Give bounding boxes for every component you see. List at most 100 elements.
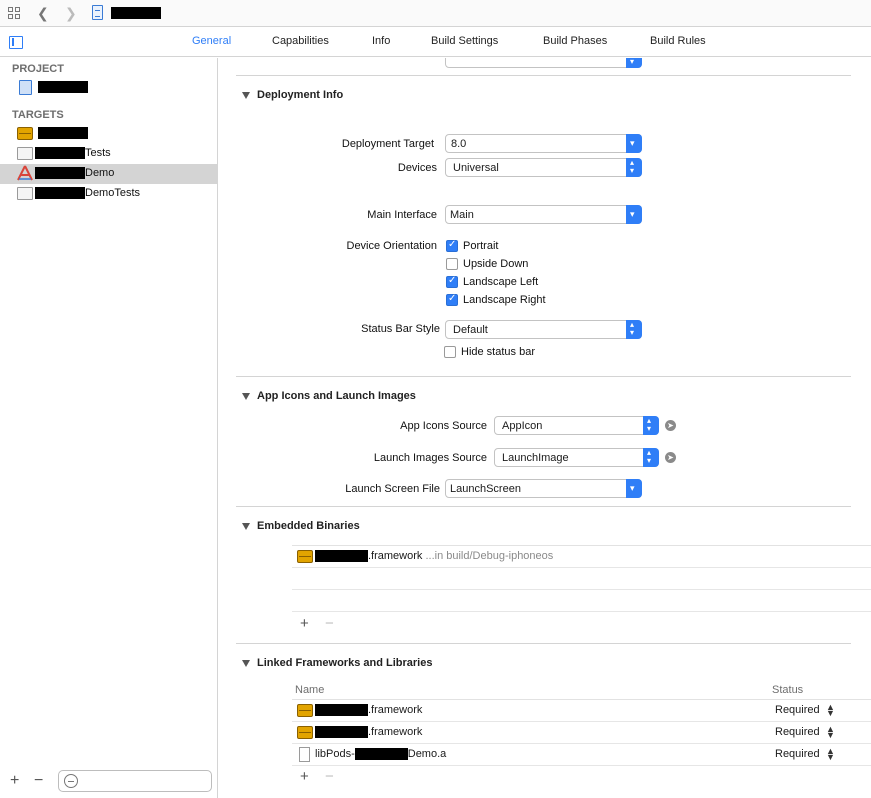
framework-suffix: .framework <box>368 550 423 562</box>
deployment-target-value: 8.0 <box>451 138 467 150</box>
disclosure-triangle-icon[interactable] <box>242 660 250 667</box>
sidebar-footer: + − <box>0 764 217 798</box>
redacted-target-name <box>35 167 85 180</box>
popup-arrows-icon <box>626 158 642 177</box>
deployment-target-label: Deployment Target <box>341 138 434 150</box>
library-name: libPods- Demo.a <box>315 748 446 761</box>
popup-arrows-icon <box>643 448 659 467</box>
deployment-info-title: Deployment Info <box>257 89 344 101</box>
redacted-library-name <box>354 748 408 761</box>
chevron-down-icon[interactable] <box>626 205 642 224</box>
main-interface-combo[interactable]: Main <box>445 205 642 224</box>
status-bar-style-label: Status Bar Style <box>361 323 440 335</box>
linked-frameworks-title: Linked Frameworks and Libraries <box>257 657 433 669</box>
section-divider <box>236 506 851 507</box>
table-row[interactable]: .framework ...in build/Debug-iphoneos <box>292 546 871 568</box>
remove-embedded-button[interactable]: − <box>325 615 334 632</box>
sidebar-item-target-demo[interactable]: Demo <box>0 164 217 184</box>
status-stepper-icon[interactable]: ▲ ▼ <box>826 725 835 740</box>
table-row[interactable]: .framework Required ▲ ▼ <box>292 700 871 722</box>
checkbox-hide-status-bar[interactable] <box>444 346 456 358</box>
popup-arrows-icon <box>643 416 659 435</box>
go-to-arrow-icon[interactable]: ➤ <box>665 420 676 431</box>
grid-icon[interactable] <box>8 7 21 20</box>
project-navigator: PROJECT TARGETS Tests Demo DemoTests + − <box>0 58 218 798</box>
launch-screen-file-value: LaunchScreen <box>450 483 521 495</box>
status-stepper-icon[interactable]: ▲ ▼ <box>826 703 835 718</box>
library-prefix: libPods- <box>315 748 355 760</box>
chevron-down-icon[interactable] <box>626 134 642 153</box>
checkbox-portrait[interactable] <box>446 239 458 252</box>
disclosure-triangle-icon[interactable] <box>242 523 250 530</box>
sidebar-item-target-demotests[interactable]: DemoTests <box>0 184 217 204</box>
device-orientation-label: Device Orientation <box>346 240 438 252</box>
go-to-arrow-icon[interactable]: ➤ <box>665 452 676 463</box>
checkbox-landscape-right[interactable] <box>446 293 458 306</box>
add-linked-button[interactable]: + <box>300 768 309 785</box>
sidebar-item-target[interactable] <box>0 124 217 144</box>
section-divider <box>236 376 851 377</box>
chevron-right-icon[interactable]: ❯ <box>65 5 77 21</box>
checkbox-landscape-left[interactable] <box>446 275 458 288</box>
tab-build-phases[interactable]: Build Phases <box>543 35 607 47</box>
devices-popup[interactable]: Universal <box>445 158 642 177</box>
disclosure-triangle-icon[interactable] <box>242 393 250 400</box>
launch-images-source-popup[interactable]: LaunchImage <box>494 448 659 467</box>
project-heading: PROJECT <box>12 63 64 75</box>
checkbox-upside-down[interactable] <box>446 258 458 270</box>
app-icons-source-popup[interactable]: AppIcon <box>494 416 659 435</box>
sidebar-item-project[interactable] <box>0 78 217 98</box>
status-stepper-icon[interactable]: ▲ ▼ <box>826 747 835 762</box>
column-header-name[interactable]: Name <box>295 684 324 696</box>
launch-images-source-label: Launch Images Source <box>373 452 487 464</box>
remove-target-button[interactable]: − <box>34 772 43 790</box>
add-target-button[interactable]: + <box>10 772 19 790</box>
table-row[interactable]: .framework Required ▲ ▼ <box>292 722 871 744</box>
framework-icon <box>297 726 313 739</box>
redacted-target-name <box>35 147 85 160</box>
redacted-framework-name <box>315 726 368 739</box>
tab-info[interactable]: Info <box>372 35 390 47</box>
popup-arrows-icon <box>626 58 642 68</box>
column-header-status[interactable]: Status <box>772 684 803 696</box>
deployment-target-combo[interactable]: 8.0 <box>445 134 642 153</box>
framework-suffix: .framework <box>368 726 423 738</box>
add-embedded-button[interactable]: + <box>300 615 309 632</box>
jump-bar: ❮ ❯ <box>0 0 871 27</box>
table-row[interactable]: libPods- Demo.a Required ▲ ▼ <box>292 744 871 766</box>
launch-screen-file-combo[interactable]: LaunchScreen <box>445 479 642 498</box>
sidebar-item-target-tests[interactable]: Tests <box>0 144 217 164</box>
targets-heading: TARGETS <box>12 109 64 121</box>
chevron-left-icon[interactable]: ❮ <box>37 5 49 21</box>
redacted-project-name[interactable] <box>111 7 161 19</box>
upside-down-label: Upside Down <box>463 258 529 270</box>
status-value[interactable]: Required <box>775 704 820 716</box>
tab-build-rules[interactable]: Build Rules <box>650 35 706 47</box>
remove-linked-button[interactable]: − <box>325 768 334 785</box>
framework-suffix: .framework <box>368 704 423 716</box>
tab-build-settings[interactable]: Build Settings <box>431 35 498 47</box>
status-value[interactable]: Required <box>775 748 820 760</box>
project-icon <box>19 80 32 95</box>
redacted-framework-name <box>315 550 368 563</box>
clipped-popup[interactable] <box>445 58 642 68</box>
devices-value: Universal <box>453 162 499 174</box>
status-value[interactable]: Required <box>775 726 820 738</box>
test-target-icon <box>17 147 33 160</box>
launch-screen-file-label: Launch Screen File <box>345 483 440 495</box>
sidebar-toggle-icon[interactable] <box>9 36 23 49</box>
section-divider <box>236 643 851 644</box>
filter-field[interactable] <box>58 770 212 792</box>
chevron-down-icon[interactable] <box>626 479 642 498</box>
tab-general[interactable]: General <box>192 35 231 47</box>
launch-images-source-value: LaunchImage <box>502 452 569 464</box>
target-name-suffix: Demo <box>85 167 115 179</box>
table-row <box>292 590 871 612</box>
section-divider <box>236 75 851 76</box>
framework-icon <box>297 704 313 717</box>
portrait-label: Portrait <box>463 240 499 252</box>
status-bar-style-popup[interactable]: Default <box>445 320 642 339</box>
redacted-project-name <box>38 81 88 94</box>
disclosure-triangle-icon[interactable] <box>242 92 250 99</box>
tab-capabilities[interactable]: Capabilities <box>272 35 329 47</box>
